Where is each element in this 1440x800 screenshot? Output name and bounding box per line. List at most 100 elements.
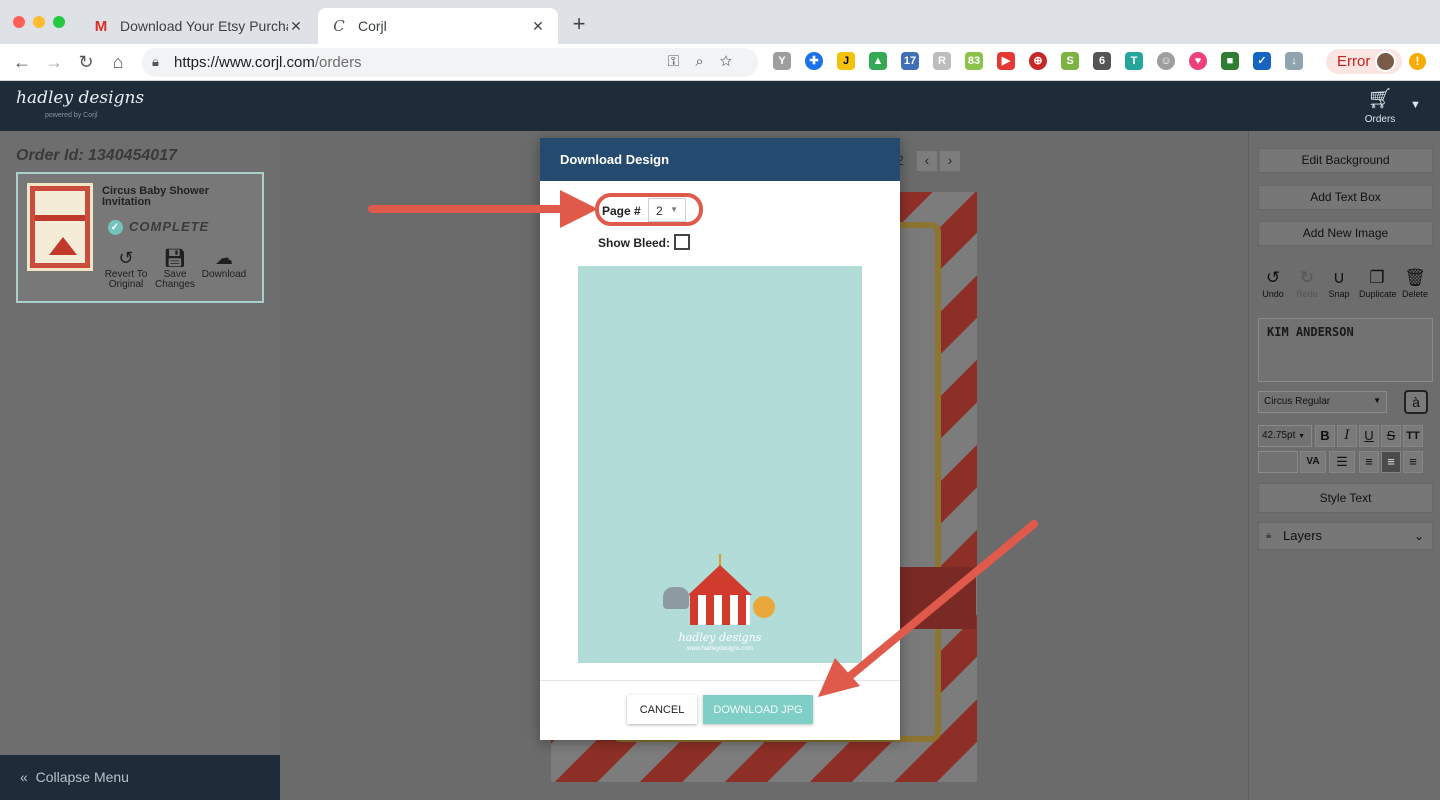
download-label: Download bbox=[201, 269, 247, 280]
highlight-ring bbox=[595, 193, 703, 226]
tab-title: Download Your Etsy Purchase f bbox=[120, 18, 288, 34]
extension-icon[interactable]: R bbox=[933, 52, 951, 70]
prev-page-button[interactable]: ‹ bbox=[917, 151, 937, 171]
undo-icon: ↺ bbox=[1265, 268, 1281, 287]
extension-icon[interactable]: 83 bbox=[965, 52, 983, 70]
warning-icon[interactable]: ! bbox=[1409, 53, 1426, 70]
layers-panel-toggle[interactable]: 🔒︎ Layers ⌄ bbox=[1258, 522, 1433, 550]
revert-button[interactable]: ↺ Revert To Original bbox=[103, 248, 149, 290]
add-text-box-button[interactable]: Add Text Box bbox=[1258, 185, 1433, 210]
next-page-button[interactable]: › bbox=[940, 151, 960, 171]
extension-icon[interactable]: J bbox=[837, 52, 855, 70]
chevron-down-icon[interactable]: ▼ bbox=[1410, 99, 1421, 111]
circus-tent-body bbox=[690, 595, 750, 625]
key-icon[interactable]: ⚿ bbox=[668, 53, 695, 70]
extension-icon[interactable]: T bbox=[1125, 52, 1143, 70]
tab-gmail[interactable]: M Download Your Etsy Purchase f ✕ bbox=[80, 8, 316, 44]
close-window-button[interactable] bbox=[13, 16, 25, 28]
double-chevron-left-icon: « bbox=[20, 769, 28, 785]
maximize-window-button[interactable] bbox=[53, 16, 65, 28]
undo-button[interactable]: ↺ Undo bbox=[1255, 267, 1291, 299]
extension-icon[interactable]: S bbox=[1061, 52, 1079, 70]
new-tab-button[interactable]: + bbox=[568, 13, 590, 35]
url-text[interactable]: https://www.corjl.com/orders bbox=[174, 54, 362, 71]
bold-button[interactable]: B bbox=[1315, 425, 1335, 447]
letter-spacing-input[interactable] bbox=[1258, 451, 1298, 473]
extension-icon[interactable]: ▲ bbox=[869, 52, 887, 70]
zoom-icon[interactable]: ⌕ bbox=[695, 53, 719, 70]
chevron-down-icon: ▼ bbox=[1373, 396, 1381, 405]
corjl-icon: C bbox=[333, 17, 345, 35]
download-button[interactable]: ☁ Download bbox=[201, 248, 247, 280]
reload-icon[interactable]: ↻ bbox=[75, 51, 97, 73]
extension-icon[interactable]: ♥ bbox=[1189, 52, 1207, 70]
extension-icon[interactable]: ↓ bbox=[1285, 52, 1303, 70]
minimize-window-button[interactable] bbox=[33, 16, 45, 28]
save-changes-button[interactable]: 💾︎ Save Changes bbox=[152, 248, 198, 290]
align-left-icon[interactable]: ≡ bbox=[1359, 451, 1379, 473]
divider bbox=[540, 680, 900, 681]
design-thumbnail[interactable] bbox=[27, 183, 93, 271]
editor-sidebar: Edit Background Add Text Box Add New Ima… bbox=[1248, 131, 1440, 800]
tab-corjl[interactable]: C Corjl ✕ bbox=[318, 8, 558, 44]
order-id: Order Id: 1340454017 bbox=[16, 147, 177, 164]
extension-icon[interactable]: ⊕ bbox=[1029, 52, 1047, 70]
extension-icon[interactable]: 6 bbox=[1093, 52, 1111, 70]
delete-button[interactable]: 🗑︎ Delete bbox=[1397, 267, 1433, 299]
back-icon[interactable]: ← bbox=[11, 51, 33, 73]
home-icon[interactable]: ⌂ bbox=[107, 51, 129, 73]
star-icon[interactable]: ☆ bbox=[720, 53, 748, 70]
redo-button[interactable]: ↻ Redo bbox=[1289, 267, 1325, 299]
extension-icon[interactable]: ✚ bbox=[805, 52, 823, 70]
brand-logo[interactable]: hadley designs bbox=[16, 88, 144, 108]
forward-icon[interactable]: → bbox=[43, 51, 65, 73]
extension-icon[interactable]: ▶ bbox=[997, 52, 1015, 70]
letter-spacing-icon[interactable]: VA bbox=[1300, 451, 1326, 473]
snap-button[interactable]: ∪ Snap bbox=[1321, 267, 1357, 299]
orders-button[interactable]: 🛒︎ Orders bbox=[1360, 88, 1400, 125]
font-size-select[interactable]: 42.75pt ▼ bbox=[1258, 425, 1312, 447]
all-caps-button[interactable]: TT bbox=[1403, 425, 1423, 447]
save-icon: 💾︎ bbox=[163, 248, 187, 268]
address-bar[interactable]: 🔒︎ https://www.corjl.com/orders ⚿⌕☆ bbox=[142, 48, 758, 77]
extension-icon[interactable]: Y bbox=[773, 52, 791, 70]
extension-icon[interactable]: ■ bbox=[1221, 52, 1239, 70]
add-new-image-button[interactable]: Add New Image bbox=[1258, 221, 1433, 246]
duplicate-icon: ❐ bbox=[1369, 268, 1385, 287]
redo-icon: ↻ bbox=[1299, 268, 1315, 287]
underline-button[interactable]: U bbox=[1359, 425, 1379, 447]
collapse-menu-button[interactable]: « Collapse Menu bbox=[0, 755, 280, 800]
layers-label: Layers bbox=[1283, 528, 1323, 543]
extension-icon[interactable]: ✓ bbox=[1253, 52, 1271, 70]
extension-icon[interactable]: 17 bbox=[901, 52, 919, 70]
duplicate-button[interactable]: ❐ Duplicate bbox=[1359, 267, 1397, 299]
italic-button[interactable]: I bbox=[1337, 425, 1357, 447]
download-jpg-button[interactable]: DOWNLOAD JPG bbox=[703, 695, 813, 724]
chevron-down-icon: ⌄ bbox=[1413, 529, 1424, 543]
order-card[interactable]: Circus Baby Shower Invitation ✓ COMPLETE … bbox=[16, 172, 264, 303]
cancel-button[interactable]: CANCEL bbox=[627, 695, 697, 724]
brand-subtitle: powered by Corjl bbox=[45, 112, 98, 119]
browser-tab-bar: M Download Your Etsy Purchase f ✕ C Corj… bbox=[0, 0, 1440, 44]
revert-label: Revert To Original bbox=[104, 269, 148, 290]
cart-icon: 🛒︎ bbox=[1367, 88, 1393, 110]
show-bleed-checkbox[interactable] bbox=[674, 234, 690, 250]
line-height-icon[interactable]: ☰ bbox=[1329, 451, 1355, 473]
save-label: Save Changes bbox=[154, 269, 196, 290]
edit-background-button[interactable]: Edit Background bbox=[1258, 148, 1433, 173]
align-right-icon[interactable]: ≡ bbox=[1403, 451, 1423, 473]
cloud-download-icon: ☁ bbox=[215, 248, 233, 268]
close-tab-icon[interactable]: ✕ bbox=[288, 18, 304, 35]
style-text-button[interactable]: Style Text bbox=[1258, 483, 1433, 513]
text-edit-field[interactable]: KIM ANDERSON bbox=[1258, 318, 1433, 382]
align-center-icon[interactable]: ≡ bbox=[1381, 451, 1401, 473]
font-select[interactable]: Circus Regular ▼ bbox=[1258, 391, 1387, 413]
glyph-picker-button[interactable]: à bbox=[1404, 390, 1428, 414]
strikethrough-button[interactable]: S bbox=[1381, 425, 1401, 447]
avatar[interactable] bbox=[1375, 51, 1396, 72]
status-badge: ✓ COMPLETE bbox=[108, 219, 209, 235]
omnibox-actions: ⚿⌕☆ bbox=[668, 53, 748, 70]
extension-icon[interactable]: ☺ bbox=[1157, 52, 1175, 70]
circus-tent-graphic bbox=[688, 565, 752, 595]
close-tab-icon[interactable]: ✕ bbox=[530, 18, 546, 35]
